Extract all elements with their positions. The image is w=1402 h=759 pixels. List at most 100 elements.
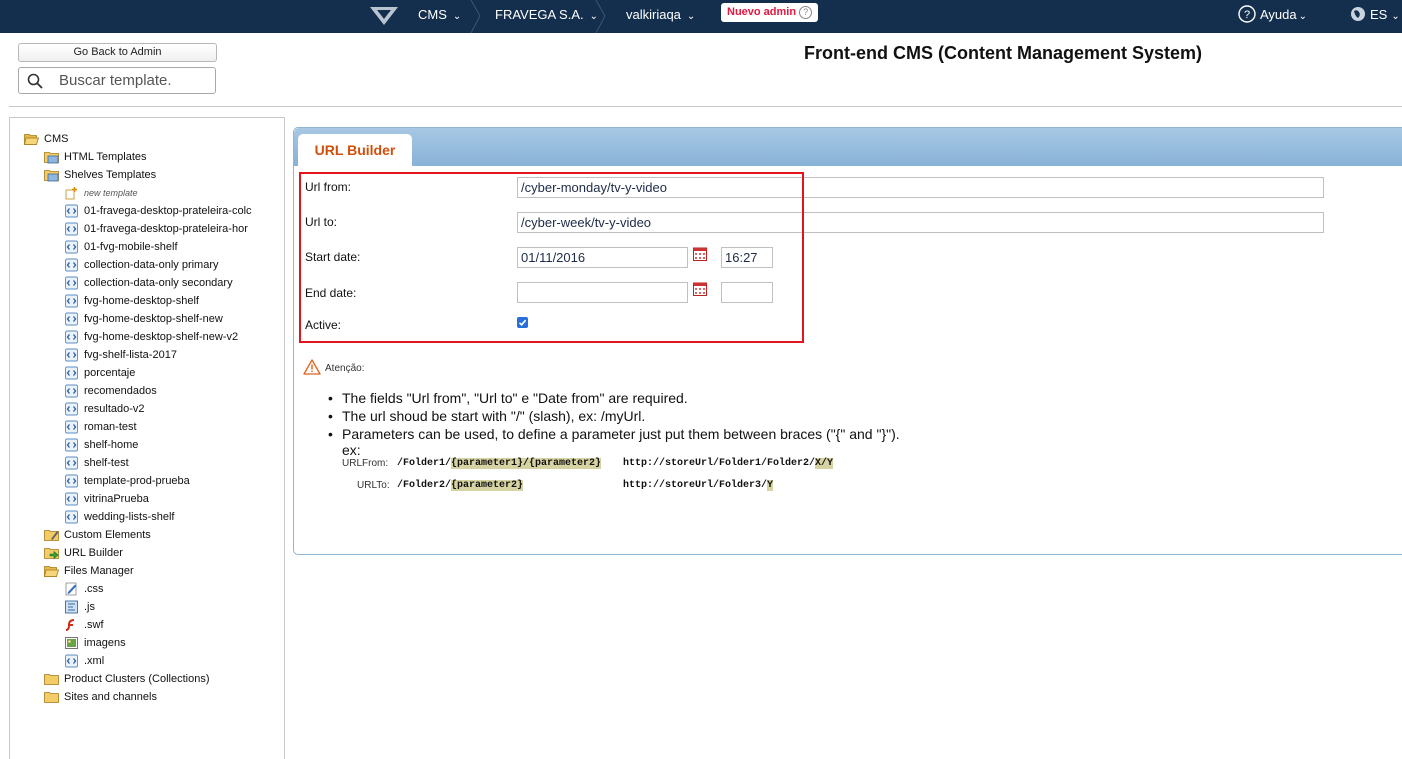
xml-file-icon: [64, 294, 79, 308]
tree-item-label: Shelves Templates: [64, 169, 157, 181]
account-label: FRAVEGA S.A.: [495, 7, 584, 22]
urlto-example-label: URLTo:: [357, 480, 390, 491]
urlto-example-result: http://storeUrl/Folder3/Y: [623, 480, 774, 491]
xml-file-icon: [64, 204, 79, 218]
xml-file-icon: [64, 474, 79, 488]
new-item-icon: [64, 186, 79, 200]
template-search-input[interactable]: [59, 71, 209, 89]
tree-item-label: template-prod-prueba: [84, 475, 190, 487]
xml-file-icon: [64, 654, 79, 668]
tree-item-label: resultado-v2: [84, 403, 145, 415]
language-menu[interactable]: ES ⌄: [1350, 0, 1400, 33]
urlfrom-param1: {parameter1}: [451, 458, 524, 469]
search-icon: [27, 73, 43, 89]
page-title: Front-end CMS (Content Management System…: [804, 43, 1203, 63]
chevron-down-icon: ⌄: [686, 11, 696, 22]
tree-item-label: 01-fravega-desktop-prateleira-colc: [84, 205, 252, 217]
tree-item-label: fvg-shelf-lista-2017: [84, 349, 177, 361]
css-file-icon: [64, 582, 79, 596]
account-menu[interactable]: FRAVEGA S.A. ⌄: [495, 0, 598, 33]
xml-file-icon: [64, 384, 79, 398]
image-folder-icon: [64, 636, 79, 650]
end-time-input[interactable]: [721, 282, 773, 303]
tree-item-label: Files Manager: [64, 565, 134, 577]
swf-file-icon: [64, 618, 79, 632]
header-divider: [9, 106, 1402, 107]
workspace-label: valkiriaqa: [626, 7, 681, 22]
xml-file-icon: [64, 492, 79, 506]
tree-item-label: .swf: [84, 619, 104, 631]
question-circle-icon: ?: [1238, 5, 1256, 23]
help-circle-icon: ?: [799, 6, 813, 19]
js-file-icon: [64, 600, 79, 614]
top-navigation-bar: CMS ⌄ FRAVEGA S.A. ⌄ valkiriaqa ⌄ Nuevo adm…: [0, 0, 1402, 33]
breadcrumb-separator-icon: [470, 0, 481, 33]
xml-file-icon: [64, 330, 79, 344]
svg-text:?: ?: [1244, 9, 1250, 21]
tree-item-label: fvg-home-desktop-shelf-new: [84, 313, 223, 325]
template-search-box[interactable]: [18, 67, 216, 94]
tree-item-label: new template: [84, 188, 138, 198]
folder-edit-icon: [44, 528, 59, 542]
urlfrom-param2: {parameter2}: [529, 458, 602, 469]
urlfrom-folder: /Folder1/: [397, 458, 452, 469]
tree-item-label: collection-data-only secondary: [84, 277, 233, 289]
urlfrom-example-pattern: /Folder1/{parameter1}/{parameter2}: [397, 458, 602, 469]
tree-item-label: Custom Elements: [64, 529, 151, 541]
tree-item-label: URL Builder: [64, 547, 123, 559]
folder-icon: [44, 690, 59, 704]
tree-item-label: 01-fvg-mobile-shelf: [84, 241, 178, 253]
url-from-input[interactable]: [517, 177, 1324, 198]
go-back-to-admin-button[interactable]: Go Back to Admin: [18, 43, 217, 62]
example-label: ex:: [342, 442, 361, 458]
folder-template-icon: [44, 150, 59, 164]
notice-list: The fields "Url from", "Url to" e "Date …: [328, 390, 900, 444]
url-from-label: Url from:: [305, 180, 351, 194]
end-date-label: End date:: [305, 286, 357, 300]
xml-file-icon: [64, 420, 79, 434]
xml-file-icon: [64, 456, 79, 470]
help-menu[interactable]: ? Ayuda ⌄: [1238, 0, 1307, 33]
start-date-input[interactable]: [517, 247, 688, 268]
xml-file-icon: [64, 312, 79, 326]
tab-url-builder[interactable]: URL Builder: [298, 134, 412, 166]
folder-icon: [44, 672, 59, 686]
end-date-input[interactable]: [517, 282, 688, 303]
tree-item-label: roman-test: [84, 421, 137, 433]
folder-template-icon: [44, 168, 59, 182]
active-label: Active:: [305, 318, 342, 332]
tree-item-label: Product Clusters (Collections): [64, 673, 210, 685]
folder-open-icon: [23, 132, 40, 146]
xml-file-icon: [64, 276, 79, 290]
urlfrom-example-result: http://storeUrl/Folder1/Folder2/X/Y: [623, 458, 834, 469]
tree-item-label: collection-data-only primary: [84, 259, 219, 271]
tree-item-label: porcentaje: [84, 367, 136, 379]
tree-item-label: HTML Templates: [64, 151, 147, 163]
active-checkbox[interactable]: [517, 317, 528, 328]
tree-item-label: shelf-test: [84, 457, 129, 469]
help-label: Ayuda: [1260, 7, 1297, 22]
tree-item-label: wedding-lists-shelf: [84, 511, 175, 523]
vtex-logo-icon[interactable]: [369, 6, 399, 26]
module-label: CMS: [418, 7, 447, 22]
calendar-icon[interactable]: [693, 247, 707, 261]
xml-file-icon: [64, 402, 79, 416]
calendar-icon[interactable]: [693, 282, 707, 296]
tree-item-label: fvg-home-desktop-shelf-new-v2: [84, 331, 239, 343]
start-time-input[interactable]: [721, 247, 773, 268]
nuevo-admin-badge[interactable]: Nuevo admin?: [721, 3, 819, 22]
tree-item-label: shelf-home: [84, 439, 139, 451]
urlto-example-pattern: /Folder2/{parameter2}: [397, 480, 524, 491]
language-label: ES: [1370, 7, 1388, 22]
module-menu[interactable]: CMS ⌄: [418, 0, 461, 33]
panel-header: URL Builder: [294, 128, 1402, 166]
url-to-input[interactable]: [517, 212, 1324, 233]
urlto-param2: {parameter2}: [451, 480, 524, 491]
folder-open-icon: [43, 564, 60, 578]
warning-label: Atenção:: [325, 363, 365, 374]
notice-item: The fields "Url from", "Url to" e "Date …: [328, 390, 900, 408]
globe-icon: [1351, 7, 1365, 21]
notice-item: Parameters can be used, to define a para…: [328, 426, 900, 444]
workspace-menu[interactable]: valkiriaqa ⌄: [626, 0, 695, 33]
tree-item-label: vitrinaPrueba: [84, 493, 149, 505]
